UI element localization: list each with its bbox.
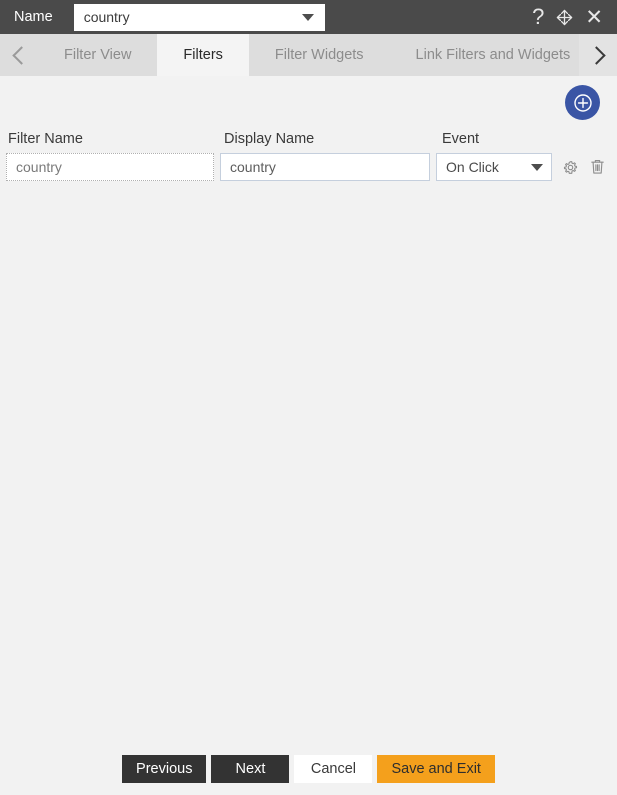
main-content: Filter Name Display Name Event country c… xyxy=(0,76,617,795)
tab-filters[interactable]: Filters xyxy=(157,34,249,76)
event-select[interactable]: On Click xyxy=(436,153,552,181)
save-and-exit-button[interactable]: Save and Exit xyxy=(377,755,495,783)
tab-filter-widgets[interactable]: Filter Widgets xyxy=(248,34,390,76)
tab-label: Filter Widgets xyxy=(274,47,364,63)
name-select-value: country xyxy=(83,9,130,25)
chevron-left-icon xyxy=(11,45,31,65)
display-name-input[interactable]: country xyxy=(220,153,430,181)
tab-scroll-left-button[interactable] xyxy=(0,34,38,76)
add-filter-button[interactable] xyxy=(565,85,600,120)
trash-icon[interactable] xyxy=(589,158,606,176)
gear-icon[interactable] xyxy=(562,159,579,176)
filters-table: Filter Name Display Name Event country c… xyxy=(0,131,617,181)
event-cell: On Click xyxy=(436,153,552,181)
column-header-display-name: Display Name xyxy=(224,131,315,147)
previous-button[interactable]: Previous xyxy=(122,755,207,783)
tab-label: Filters xyxy=(183,47,223,63)
tab-label: Filter View xyxy=(64,47,132,63)
tab-label: Link Filters and Widgets xyxy=(415,47,571,63)
add-circle-icon xyxy=(573,93,592,112)
tab-link-filters-and-widgets[interactable]: Link Filters and Widgets xyxy=(389,34,579,76)
title-bar-actions: ? ✕ xyxy=(532,6,607,28)
cancel-button[interactable]: Cancel xyxy=(294,755,373,783)
event-select-value: On Click xyxy=(446,159,499,175)
question-mark-icon[interactable]: ? xyxy=(532,6,544,28)
next-button[interactable]: Next xyxy=(211,755,290,783)
row-actions xyxy=(562,158,606,176)
column-header-event: Event xyxy=(442,131,480,147)
chevron-right-icon xyxy=(586,45,606,65)
name-select[interactable]: country xyxy=(73,3,325,31)
display-name-cell: country xyxy=(220,153,430,181)
table-header-row: Filter Name Display Name Event xyxy=(6,131,611,147)
filter-name-cell: country xyxy=(6,153,214,181)
column-header-filter-name: Filter Name xyxy=(8,131,83,147)
tab-strip: Filter View Filters Filter Widgets Link … xyxy=(0,34,617,76)
chevron-down-icon xyxy=(531,163,543,171)
filter-name-input[interactable]: country xyxy=(6,153,214,181)
tab-filter-view[interactable]: Filter View xyxy=(38,34,158,76)
footer-actions: Previous Next Cancel Save and Exit xyxy=(0,743,617,795)
move-icon[interactable] xyxy=(555,8,574,27)
table-row: country country On Click xyxy=(6,153,611,181)
tab-list: Filter View Filters Filter Widgets Link … xyxy=(38,34,579,76)
title-bar: Name country ? ✕ xyxy=(0,0,617,34)
chevron-down-icon xyxy=(301,13,314,21)
name-label: Name xyxy=(14,9,53,25)
close-icon[interactable]: ✕ xyxy=(585,7,603,28)
tab-scroll-right-button[interactable] xyxy=(579,34,617,76)
